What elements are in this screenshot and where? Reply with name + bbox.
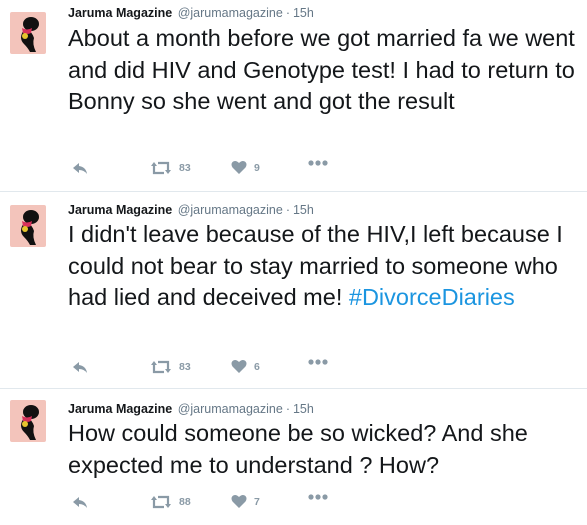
author-name[interactable]: Jaruma Magazine (68, 203, 172, 217)
tweet[interactable]: Jaruma Magazine @jarumamagazine · 15h I di… (0, 192, 587, 389)
retweet-button[interactable]: 88 (150, 494, 191, 510)
author-name[interactable]: Jaruma Magazine (68, 6, 172, 20)
tweet-text: I didn't leave because of the HIV,I left… (68, 219, 583, 314)
like-button[interactable]: 9 (231, 160, 260, 175)
author-handle[interactable]: @jarumamagazine (178, 6, 283, 20)
reply-button[interactable] (72, 160, 88, 176)
reply-icon (72, 160, 88, 176)
avatar[interactable] (10, 205, 46, 247)
more-icon (308, 494, 328, 500)
separator: · (285, 402, 290, 416)
retweet-count: 88 (179, 496, 191, 508)
author-name[interactable]: Jaruma Magazine (68, 402, 172, 416)
retweet-icon (150, 160, 172, 176)
reply-button[interactable] (72, 494, 88, 510)
more-button[interactable] (308, 494, 328, 500)
more-button[interactable] (308, 359, 328, 365)
like-count: 7 (254, 495, 260, 508)
more-icon (308, 160, 328, 166)
heart-icon (231, 359, 247, 374)
retweet-icon (150, 494, 172, 510)
retweet-count: 83 (179, 162, 191, 174)
heart-icon (231, 160, 247, 175)
separator: · (285, 203, 290, 217)
like-count: 9 (254, 161, 260, 174)
reply-icon (72, 494, 88, 510)
retweet-button[interactable]: 83 (150, 160, 191, 176)
timestamp[interactable]: 15h (293, 6, 314, 20)
hashtag-link[interactable]: #DivorceDiaries (349, 284, 515, 310)
like-button[interactable]: 6 (231, 359, 260, 374)
tweet-text: About a month before we got married fa w… (68, 23, 583, 118)
tweet-body: How could someone be so wicked? And she … (68, 420, 528, 478)
heart-icon (231, 494, 247, 509)
tweet-body: About a month before we got married fa w… (68, 25, 575, 114)
like-count: 6 (254, 360, 260, 373)
tweet[interactable]: Jaruma Magazine @jarumamagazine · 15h Abou… (0, 0, 587, 192)
timestamp[interactable]: 15h (293, 402, 314, 416)
author-handle[interactable]: @jarumamagazine (178, 203, 283, 217)
timestamp[interactable]: 15h (293, 203, 314, 217)
more-icon (308, 359, 328, 365)
separator: · (285, 6, 290, 20)
tweet-text: How could someone be so wicked? And she … (68, 418, 583, 481)
retweet-button[interactable]: 83 (150, 359, 191, 375)
reply-button[interactable] (72, 359, 88, 375)
avatar[interactable] (10, 12, 46, 54)
tweet[interactable]: Jaruma Magazine @jarumamagazine · 15h How … (0, 389, 587, 525)
retweet-count: 83 (179, 361, 191, 373)
more-button[interactable] (308, 160, 328, 166)
like-button[interactable]: 7 (231, 494, 260, 509)
retweet-icon (150, 359, 172, 375)
reply-icon (72, 359, 88, 375)
author-handle[interactable]: @jarumamagazine (178, 402, 283, 416)
avatar[interactable] (10, 400, 46, 442)
